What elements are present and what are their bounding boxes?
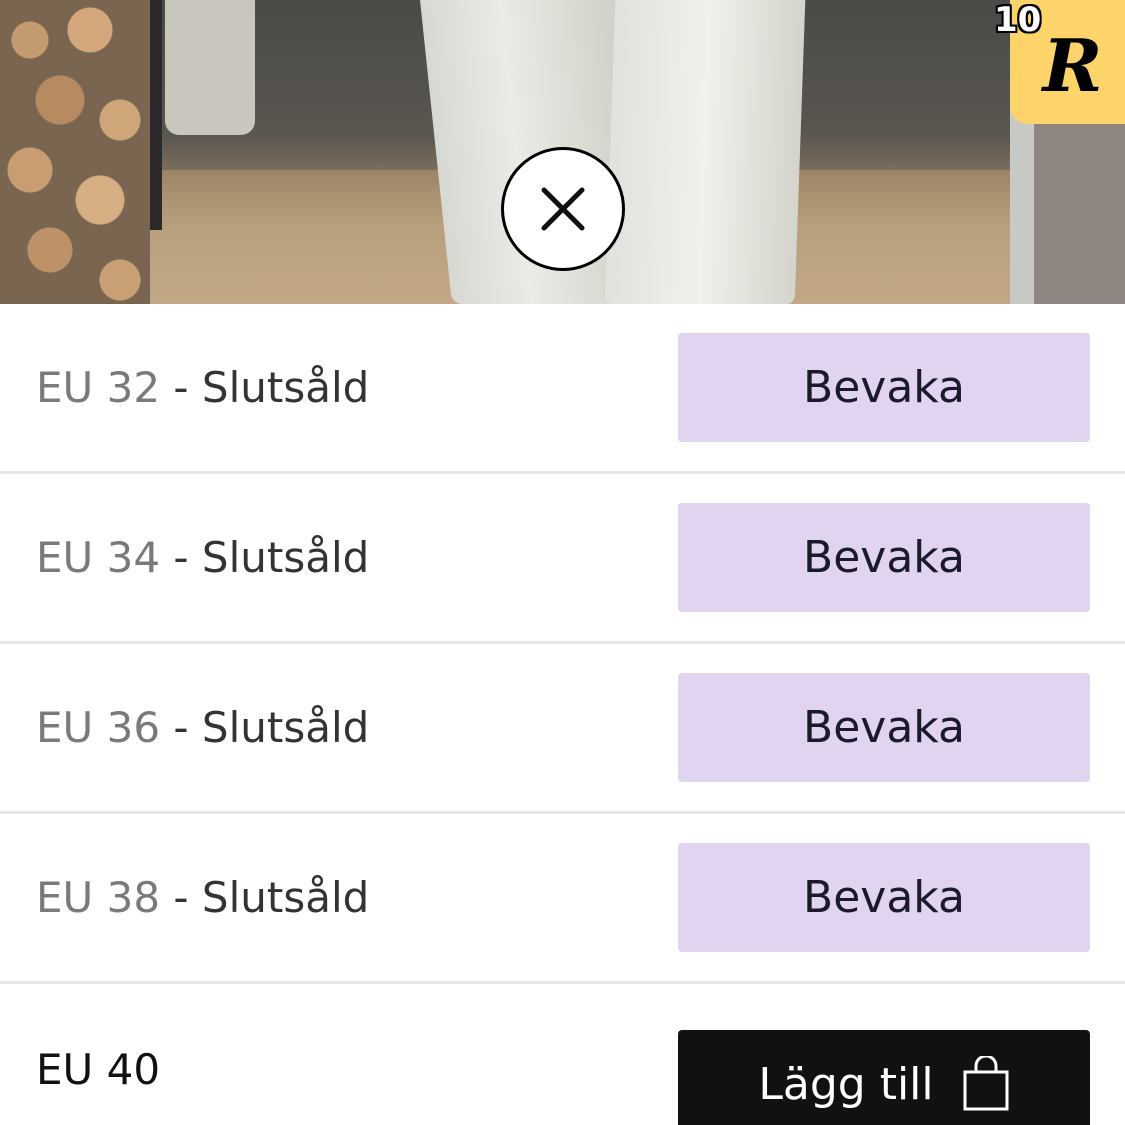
size-label: EU 38 - Slutsåld — [36, 873, 369, 922]
size-value: EU 40 — [36, 1044, 161, 1094]
watch-button[interactable]: Bevaka — [678, 333, 1090, 442]
size-row-eu34: EU 34 - Slutsåld Bevaka — [0, 474, 1125, 644]
size-status: - Slutsåld — [160, 363, 370, 412]
shopping-bag-icon — [963, 1056, 1009, 1111]
size-row-eu38: EU 38 - Slutsåld Bevaka — [0, 814, 1125, 984]
rewards-logo: R — [1042, 22, 1103, 108]
close-button[interactable] — [501, 147, 625, 271]
stone-wall — [0, 0, 150, 304]
size-row-eu40: EU 40 Lägg till — [0, 984, 1125, 1125]
add-to-cart-label: Lägg till — [758, 1058, 934, 1110]
watch-button[interactable]: Bevaka — [678, 843, 1090, 952]
add-to-cart-button[interactable]: Lägg till — [678, 1029, 1090, 1125]
size-list: EU 32 - Slutsåld Bevaka EU 34 - Slutsåld… — [0, 304, 1125, 1125]
size-value: EU 36 — [36, 703, 161, 752]
size-status: - Slutsåld — [160, 703, 370, 752]
size-status: - Slutsåld — [160, 533, 370, 582]
size-label: EU 36 - Slutsåld — [36, 703, 369, 752]
hanging-cloth — [165, 0, 255, 135]
size-row-eu36: EU 36 - Slutsåld Bevaka — [0, 644, 1125, 814]
size-row-eu32: EU 32 - Slutsåld Bevaka — [0, 304, 1125, 474]
door-frame — [150, 0, 162, 230]
size-label: EU 40 — [36, 1045, 160, 1094]
size-status: - Slutsåld — [160, 873, 370, 922]
size-value: EU 32 — [36, 363, 161, 412]
size-value: EU 38 — [36, 873, 161, 922]
size-value: EU 34 — [36, 533, 161, 582]
size-label: EU 32 - Slutsåld — [36, 363, 369, 412]
watch-button[interactable]: Bevaka — [678, 673, 1090, 782]
rewards-count: 10 — [994, 0, 1042, 40]
size-label: EU 34 - Slutsåld — [36, 533, 369, 582]
watch-button[interactable]: Bevaka — [678, 503, 1090, 612]
trouser-leg-right — [604, 0, 806, 304]
close-icon — [541, 187, 585, 231]
